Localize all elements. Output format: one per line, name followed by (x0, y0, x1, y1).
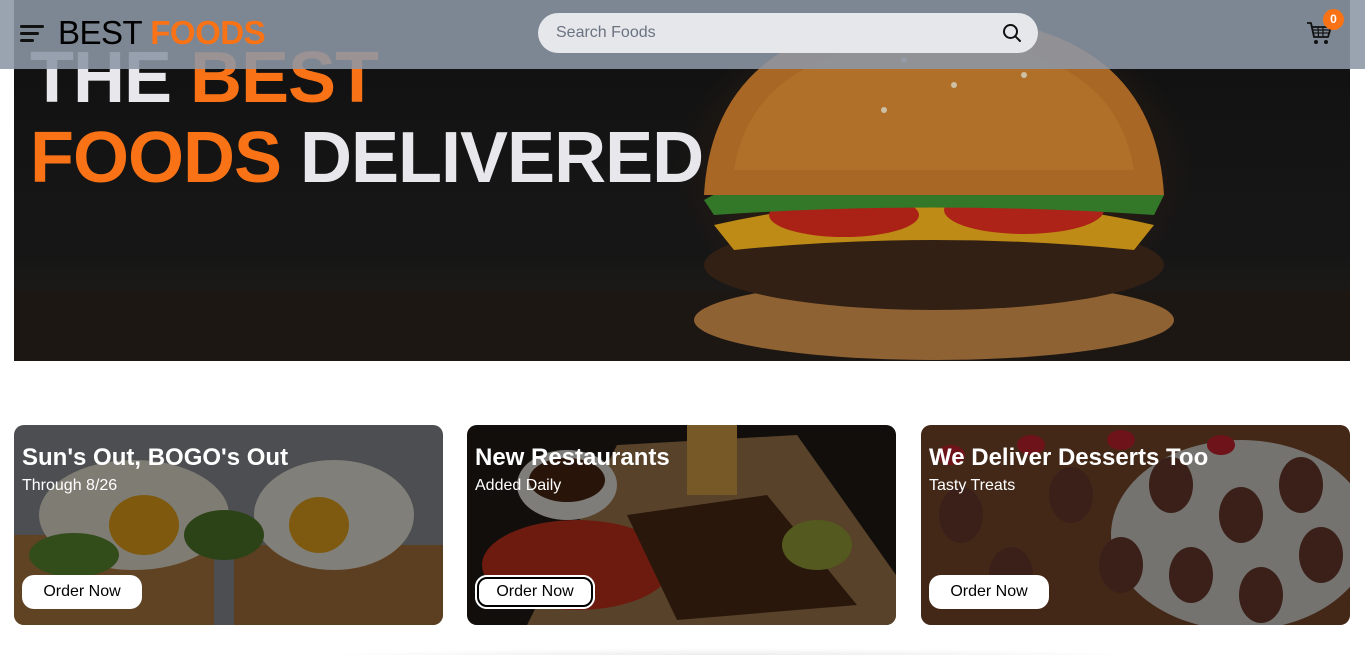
promo-card-desserts: We Deliver Desserts Too Tasty Treats Ord… (921, 425, 1350, 625)
next-section-edge (280, 648, 1180, 655)
menu-icon[interactable] (20, 23, 44, 43)
order-now-button[interactable]: Order Now (475, 575, 595, 609)
cart-count-badge: 0 (1323, 9, 1344, 30)
promo-card-bogo: Sun's Out, BOGO's Out Through 8/26 Order… (14, 425, 443, 625)
top-navbar: BEST FOODS 0 (0, 0, 1365, 69)
card-subtitle: Added Daily (475, 477, 562, 494)
site-logo[interactable]: BEST FOODS (58, 13, 266, 53)
logo-best: BEST (58, 14, 142, 51)
card-subtitle: Tasty Treats (929, 477, 1016, 494)
search-bar (538, 13, 1038, 53)
card-subtitle: Through 8/26 (22, 477, 118, 494)
hero-line2-orange: FOODS (30, 118, 282, 198)
order-now-button[interactable]: Order Now (22, 575, 142, 609)
logo-foods: FOODS (150, 14, 266, 51)
order-now-button[interactable]: Order Now (929, 575, 1049, 609)
card-title: Sun's Out, BOGO's Out (22, 444, 289, 471)
search-input[interactable] (556, 13, 996, 53)
card-title: We Deliver Desserts Too (929, 444, 1209, 471)
hero-line2-white: DELIVERED (300, 118, 704, 198)
card-title: New Restaurants (475, 444, 670, 471)
search-icon[interactable] (1002, 23, 1022, 43)
promo-card-restaurants: New Restaurants Added Daily Order Now (467, 425, 896, 625)
